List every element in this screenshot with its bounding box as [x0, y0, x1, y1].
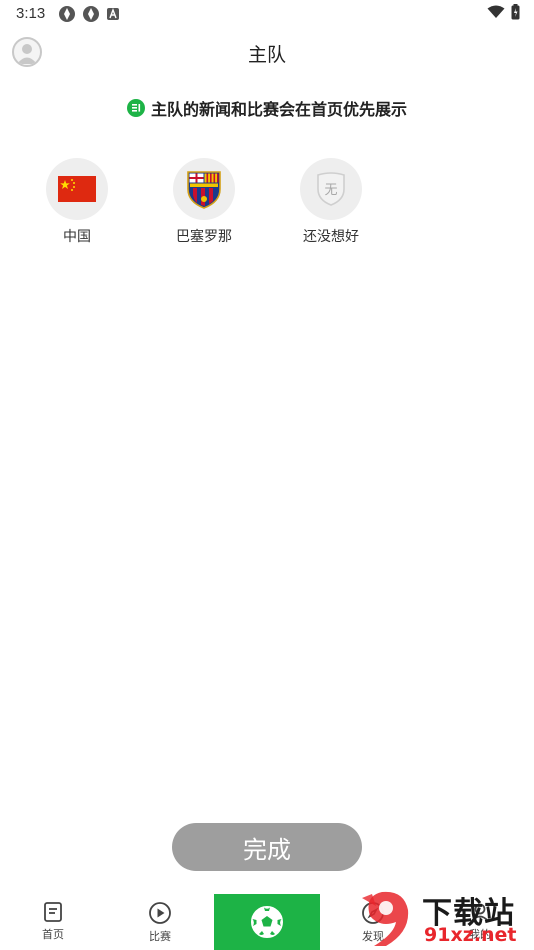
bottom-tab-bar: 首页 比赛 发现 我的	[0, 893, 534, 950]
team-badge	[173, 158, 235, 220]
tab-label: 我的	[469, 928, 491, 941]
header: 主队	[0, 30, 534, 74]
china-flag-icon	[58, 176, 96, 202]
team-label: 还没想好	[303, 229, 359, 245]
tab-center[interactable]	[214, 894, 320, 950]
tab-label: 比赛	[149, 930, 171, 943]
team-item-china[interactable]: 中国	[27, 158, 127, 246]
tab-label: 发现	[362, 930, 384, 943]
notification-app-icon	[59, 6, 75, 22]
notice-text: 主队的新闻和比赛会在首页优先展示	[150, 100, 407, 119]
info-list-icon	[126, 99, 145, 117]
barcelona-crest-icon	[187, 171, 221, 209]
profile-icon	[471, 903, 489, 922]
team-item-barcelona[interactable]: 巴塞罗那	[154, 158, 254, 246]
status-time: 3:13	[16, 5, 46, 22]
tab-label: 首页	[42, 928, 64, 941]
news-icon	[44, 902, 62, 922]
undecided-badge-text: 无	[324, 182, 338, 198]
team-label: 中国	[63, 229, 91, 245]
discover-icon	[362, 902, 384, 924]
notification-font-icon	[107, 8, 119, 20]
done-button[interactable]: 完成	[172, 823, 362, 871]
status-bar: 3:13	[0, 0, 534, 28]
notification-app-icon	[83, 6, 99, 22]
team-item-undecided[interactable]: 无 还没想好	[281, 158, 381, 246]
team-badge	[46, 158, 108, 220]
wifi-icon	[487, 5, 505, 18]
status-system-icons	[487, 4, 520, 20]
tab-home[interactable]: 首页	[0, 893, 106, 950]
notice-banner: 主队的新闻和比赛会在首页优先展示	[0, 96, 534, 120]
tab-profile[interactable]: 我的	[427, 893, 533, 950]
play-icon	[149, 902, 171, 924]
tab-discover[interactable]: 发现	[320, 893, 426, 950]
tab-matches[interactable]: 比赛	[107, 893, 213, 950]
page-title: 主队	[247, 44, 286, 66]
soccer-ball-icon	[251, 906, 283, 938]
team-badge: 无	[300, 158, 362, 220]
status-notification-icons	[58, 5, 120, 23]
team-label: 巴塞罗那	[176, 229, 232, 245]
battery-icon	[511, 4, 520, 20]
